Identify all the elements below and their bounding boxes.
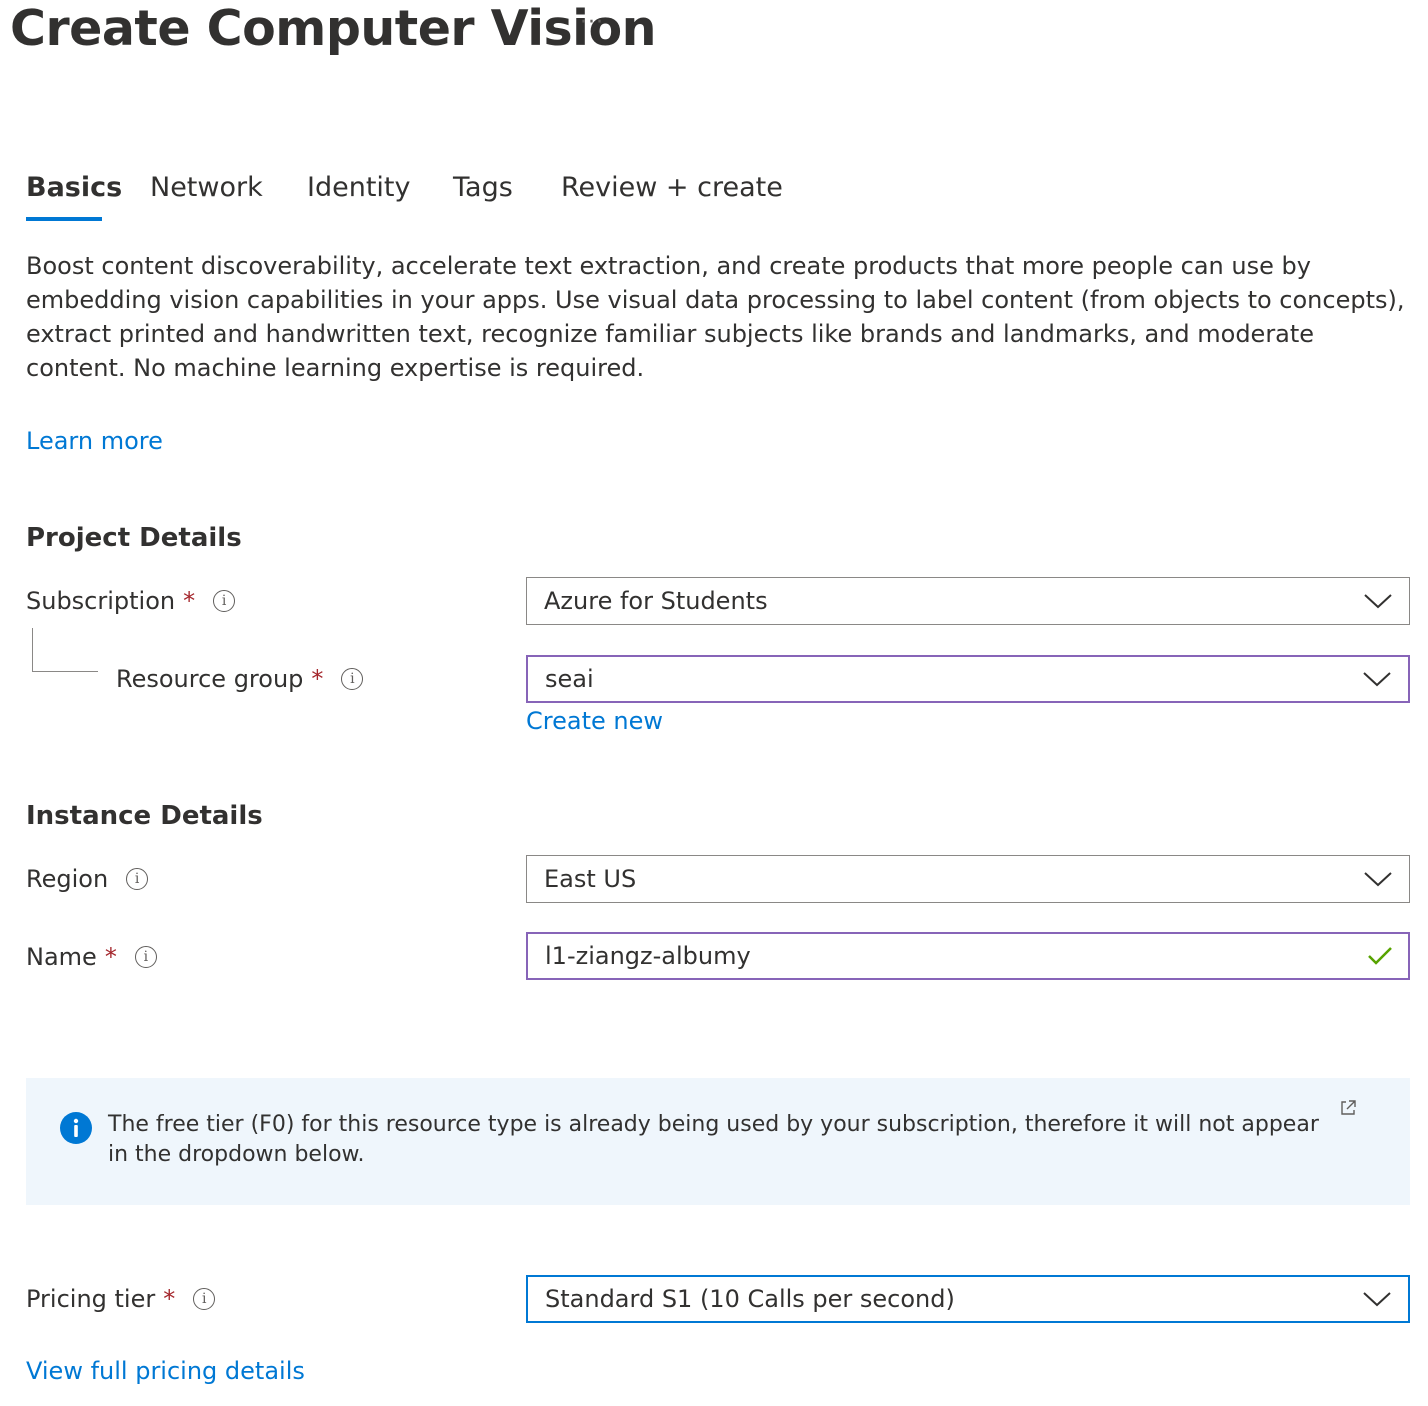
- name-label: Name *: [26, 940, 157, 974]
- subscription-dropdown[interactable]: Azure for Students: [526, 577, 1410, 625]
- name-value: l1-ziangz-albumy: [545, 942, 751, 970]
- name-label-text: Name: [26, 943, 97, 971]
- tab-basics[interactable]: Basics: [26, 171, 122, 205]
- external-link-icon[interactable]: [1338, 1098, 1358, 1118]
- info-icon[interactable]: [193, 1288, 216, 1310]
- region-label: Region: [26, 862, 149, 896]
- required-marker: *: [163, 1285, 176, 1313]
- subscription-label-text: Subscription: [26, 587, 176, 615]
- project-details-heading: Project Details: [26, 523, 242, 553]
- tab-identity[interactable]: Identity: [307, 171, 410, 205]
- subscription-value: Azure for Students: [544, 587, 768, 615]
- pricing-tier-value: Standard S1 (10 Calls per second): [545, 1285, 955, 1313]
- required-marker: *: [183, 587, 196, 615]
- required-marker: *: [104, 943, 117, 971]
- subscription-label: Subscription *: [26, 584, 236, 618]
- info-icon[interactable]: [213, 590, 236, 612]
- pricing-tier-dropdown[interactable]: Standard S1 (10 Calls per second): [526, 1275, 1410, 1323]
- chevron-down-icon: [1364, 872, 1392, 887]
- resource-group-value: seai: [545, 665, 594, 693]
- info-icon[interactable]: [126, 868, 149, 890]
- required-marker: *: [311, 665, 324, 693]
- tab-network[interactable]: Network: [150, 171, 263, 205]
- checkmark-icon: [1368, 947, 1392, 965]
- active-tab-indicator: [26, 217, 102, 221]
- page-title: Create Computer Vision: [10, 0, 657, 57]
- chevron-down-icon: [1363, 672, 1391, 687]
- tab-tags[interactable]: Tags: [453, 171, 513, 205]
- info-filled-icon: [60, 1112, 92, 1144]
- instance-details-heading: Instance Details: [26, 801, 263, 831]
- name-input[interactable]: l1-ziangz-albumy: [526, 932, 1410, 980]
- create-new-link[interactable]: Create new: [526, 704, 663, 738]
- banner-message: The free tier (F0) for this resource typ…: [108, 1112, 1319, 1167]
- tab-review-create[interactable]: Review + create: [561, 171, 783, 205]
- tree-connector: [32, 628, 98, 672]
- chevron-down-icon: [1364, 594, 1392, 609]
- region-dropdown[interactable]: East US: [526, 855, 1410, 903]
- resource-group-dropdown[interactable]: seai: [526, 655, 1410, 703]
- resource-group-label-text: Resource group: [116, 665, 304, 693]
- pricing-tier-label: Pricing tier *: [26, 1282, 216, 1316]
- learn-more-link[interactable]: Learn more: [26, 424, 163, 458]
- description-text: Boost content discoverability, accelerat…: [26, 252, 1405, 382]
- more-options-button[interactable]: ···: [580, 10, 604, 35]
- view-pricing-details-link[interactable]: View full pricing details: [26, 1354, 305, 1388]
- info-icon[interactable]: [341, 668, 364, 690]
- resource-group-label: Resource group *: [116, 662, 364, 696]
- chevron-down-icon: [1363, 1292, 1391, 1307]
- region-label-text: Region: [26, 865, 109, 893]
- pricing-tier-label-text: Pricing tier: [26, 1285, 156, 1313]
- region-value: East US: [544, 865, 637, 893]
- info-icon[interactable]: [134, 946, 157, 968]
